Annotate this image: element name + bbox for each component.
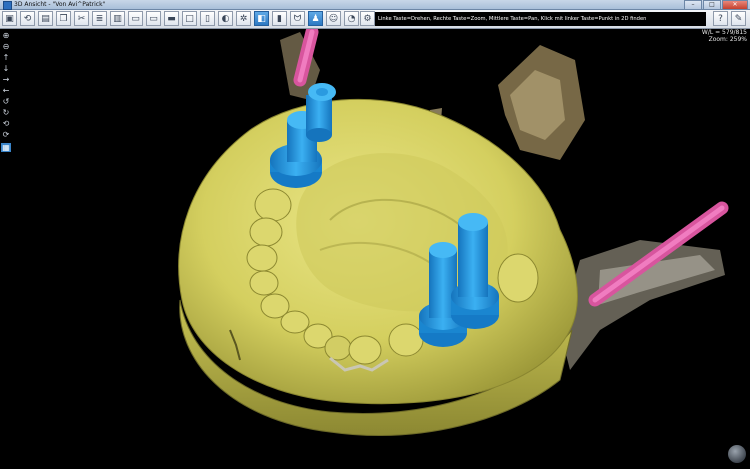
face-icon[interactable]: ☺ [326,11,341,26]
main-toolbar: ▣ ⟲ ▤ ❐ ✂ ≣ ▥ ▭ ▭ ▬ □ ▯ ◐ ✲ ◧ ▮ ᗢ ♟ ☺ ◔ … [0,10,750,29]
settings-icon[interactable]: ⚙ [360,11,375,26]
3d-cube-icon[interactable]: ◧ [254,11,269,26]
mouse-hint-text: Linke Taste=Drehen, Rechte Taste=Zoom, M… [375,12,706,26]
close-button[interactable]: ✕ [722,0,748,10]
window-title: 3D Ansicht - "Von Avi^Patrick" [14,1,106,8]
slice-alt-icon[interactable]: ▭ [146,11,161,26]
orientation-logo-icon [728,445,746,463]
tools-icon[interactable]: ✎ [731,11,746,26]
select-tool-icon[interactable]: ▣ [2,11,17,26]
page-icon[interactable]: ▯ [200,11,215,26]
panel-icon[interactable]: ▥ [110,11,125,26]
document-icon[interactable]: ▤ [38,11,53,26]
implant-front-right [306,83,336,142]
molecule-icon[interactable]: ✲ [236,11,251,26]
help-button[interactable]: ? [713,11,728,26]
window-titlebar: 3D Ansicht - "Von Avi^Patrick" – □ ✕ [0,0,750,10]
teeth-icon[interactable]: ᗢ [290,11,305,26]
copy-icon[interactable]: ❐ [56,11,71,26]
window-controls: – □ ✕ [684,0,748,10]
cut-icon[interactable]: ✂ [74,11,89,26]
3d-viewport[interactable] [0,29,750,469]
slab-icon[interactable]: ▬ [164,11,179,26]
minimize-button[interactable]: – [684,0,702,10]
slice-icon[interactable]: ▭ [128,11,143,26]
box-icon[interactable]: □ [182,11,197,26]
head-icon[interactable]: ◔ [344,11,359,26]
app-icon [3,1,12,10]
person-icon[interactable]: ♟ [308,11,323,26]
reset-view-icon[interactable]: ⟲ [20,11,35,26]
camera-icon[interactable]: ▮ [272,11,287,26]
maximize-button[interactable]: □ [703,0,721,10]
layers-icon[interactable]: ≣ [92,11,107,26]
contrast-icon[interactable]: ◐ [218,11,233,26]
